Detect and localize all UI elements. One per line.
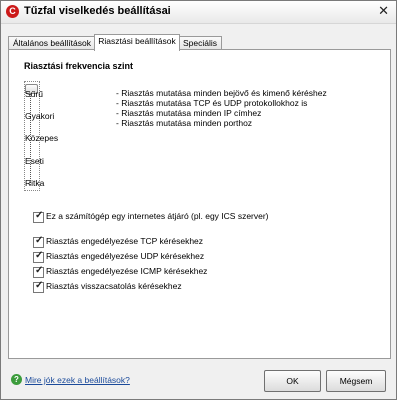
description-line: - Riasztás mutatása minden IP címhez xyxy=(116,108,262,118)
tab-general[interactable]: Általános beállítások xyxy=(8,36,96,50)
checkbox-label: Ez a számítógép egy internetes átjáró (p… xyxy=(46,211,269,221)
cancel-button[interactable]: Mégsem xyxy=(326,370,386,392)
section-title: Riasztási frekvencia szint xyxy=(24,61,134,71)
checkbox-label: Riasztás visszacsatolás kérésekhez xyxy=(46,281,182,291)
checkbox-label: Riasztás engedélyezése ICMP kérésekhez xyxy=(46,266,208,276)
checkbox-box[interactable]: ✓ xyxy=(33,235,44,248)
checkmark-icon: ✓ xyxy=(35,235,44,246)
help-icon[interactable]: ? xyxy=(11,374,22,385)
checkbox-box[interactable]: ✓ xyxy=(33,280,44,293)
checkbox-box[interactable]: ✓ xyxy=(33,210,44,223)
checkmark-icon: ✓ xyxy=(35,210,44,221)
level-label-eseti: Eseti xyxy=(25,156,44,166)
help-link[interactable]: Mire jók ezek a beállítások? xyxy=(25,375,130,385)
dialog-window: C Tűzfal viselkedés beállításai ✕ Általá… xyxy=(0,0,397,400)
title-bar: C Tűzfal viselkedés beállításai ✕ xyxy=(1,1,396,24)
level-label-ritka: Ritka xyxy=(25,178,45,188)
checkbox-label: Riasztás engedélyezése TCP kérésekhez xyxy=(46,236,204,246)
tab-advanced[interactable]: Speciális xyxy=(178,36,222,50)
level-label-gyakori: Gyakori xyxy=(25,111,55,121)
checkmark-icon: ✓ xyxy=(35,280,44,291)
checkmark-icon: ✓ xyxy=(35,265,44,276)
description-line: - Riasztás mutatása minden porthoz xyxy=(116,118,253,128)
description-line: - Riasztás mutatása TCP és UDP protokoll… xyxy=(116,98,308,108)
description-line: - Riasztás mutatása minden bejövő és kim… xyxy=(116,88,327,98)
app-logo-icon: C xyxy=(6,5,19,18)
checkbox-box[interactable]: ✓ xyxy=(33,265,44,278)
tab-alerts[interactable]: Riasztási beállítások xyxy=(94,34,180,51)
window-title: Tűzfal viselkedés beállításai xyxy=(24,5,171,17)
close-icon[interactable]: ✕ xyxy=(378,3,389,19)
tab-panel: Riasztási frekvencia szint Sűrű Gyakori … xyxy=(8,49,391,359)
checkbox-label: Riasztás engedélyezése UDP kérésekhez xyxy=(46,251,205,261)
level-label-suru: Sűrű xyxy=(25,89,43,99)
ok-button[interactable]: OK xyxy=(264,370,321,392)
level-label-kozepes: Közepes xyxy=(25,133,59,143)
checkbox-box[interactable]: ✓ xyxy=(33,250,44,263)
checkmark-icon: ✓ xyxy=(35,250,44,261)
